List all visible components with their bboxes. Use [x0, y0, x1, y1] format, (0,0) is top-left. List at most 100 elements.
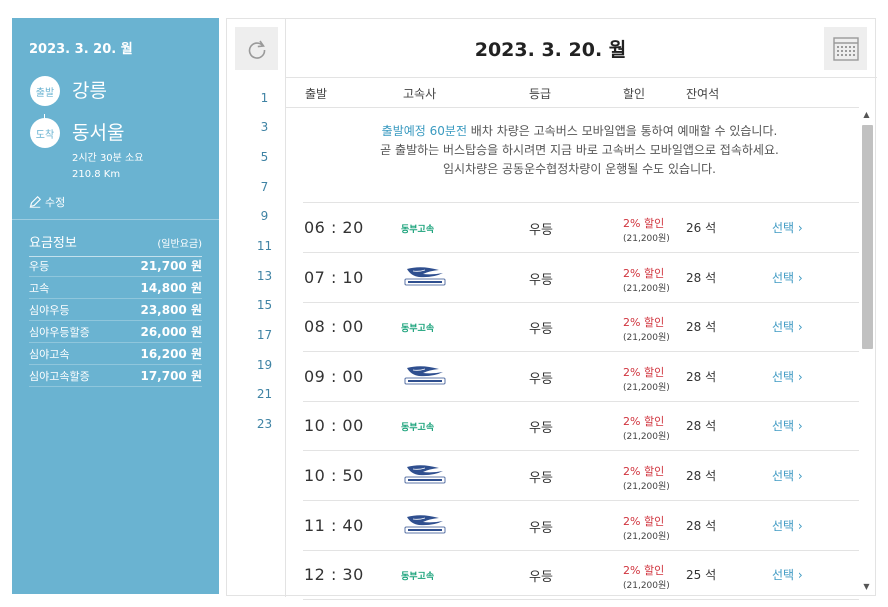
schedule-panel: 2023. 3. 20. 월 1 3 5 7 9 11 13 15 17 19 … [226, 18, 877, 601]
scrollbar[interactable]: ▲ ▼ [860, 109, 873, 593]
bus-grade: 우등 [529, 322, 553, 338]
discount-rate: 2% 할인 [623, 316, 665, 330]
remaining-seats: 28 석 [686, 518, 717, 533]
hour-button[interactable]: 19 [227, 358, 302, 372]
bus-grade: 우등 [529, 421, 553, 437]
column-header-seats: 잔여석 [686, 87, 720, 101]
fare-name: 심야우등할증 [29, 325, 90, 339]
schedule-row[interactable]: 10 : 00 동부고속 우등 2% 할인 (21,200원) 28 석 선택 › [303, 401, 859, 452]
departure-time: 07 : 10 [304, 267, 364, 287]
notice-line-3: 임시차량은 공동운수협정차량이 운행될 수도 있습니다. [443, 162, 716, 176]
departure-terminal: 강릉 [72, 80, 107, 102]
departure-time: 10 : 50 [304, 466, 364, 485]
hour-button[interactable]: 3 [227, 120, 302, 134]
fare-price: 23,800 원 [140, 303, 202, 317]
bus-grade: 우등 [529, 272, 553, 288]
fare-row: 우등 21,700 원 [29, 255, 202, 277]
hour-button[interactable]: 11 [227, 239, 302, 253]
discount-price: (21,200원) [623, 283, 670, 294]
discount-rate: 2% 할인 [623, 465, 665, 478]
hour-button[interactable]: 1 [227, 91, 302, 105]
departure-time: 10 : 00 [304, 416, 364, 436]
column-header-grade: 등급 [529, 87, 552, 101]
fare-row: 심야우등할증 26,000 원 [29, 321, 202, 343]
select-button[interactable]: 선택 › [772, 269, 803, 286]
bus-company: 동부고속 [401, 423, 435, 434]
discount-price: (21,200원) [623, 432, 670, 443]
hour-button[interactable]: 7 [227, 180, 302, 194]
bus-grade: 우등 [529, 471, 553, 486]
remaining-seats: 28 석 [686, 369, 717, 384]
schedule-row[interactable]: 07 : 10 우등 2% 할인 (21,200원) 28 석 선택 › [303, 253, 859, 303]
schedule-row[interactable]: 08 : 00 동부고속 우등 2% 할인 (21,200원) 28 석 선택 › [303, 302, 859, 353]
fare-row: 고속 14,800 원 [29, 277, 202, 299]
remaining-seats: 25 석 [686, 568, 717, 583]
select-button[interactable]: 선택 › [772, 467, 803, 484]
discount-rate: 2% 할인 [623, 365, 665, 379]
remaining-seats: 28 석 [686, 419, 717, 434]
column-header-company: 고속사 [403, 87, 437, 101]
departure-time: 12 : 30 [304, 565, 364, 585]
departure-time: 08 : 00 [304, 317, 364, 337]
discount-price: (21,200원) [623, 581, 670, 592]
schedule-row[interactable]: 06 : 20 동부고속 우등 2% 할인 (21,200원) 26 석 선택 › [303, 203, 859, 253]
select-button[interactable]: 선택 › [772, 318, 803, 335]
departure-time: 06 : 20 [304, 218, 364, 237]
bus-grade: 우등 [529, 371, 553, 387]
schedule-row[interactable]: 09 : 00 우등 2% 할인 (21,200원) 28 석 선택 › [303, 352, 859, 402]
scroll-up-arrow-icon[interactable]: ▲ [860, 109, 873, 121]
hour-button[interactable]: 23 [227, 417, 302, 431]
fare-price: 26,000 원 [140, 325, 202, 339]
column-header-depart: 출발 [305, 87, 328, 101]
fare-price: 17,700 원 [140, 369, 202, 383]
remaining-seats: 28 석 [686, 469, 717, 483]
remaining-seats: 28 석 [686, 270, 717, 285]
discount-price: (21,200원) [623, 382, 670, 393]
fare-name: 심야우등 [29, 303, 70, 317]
departure-time: 11 : 40 [304, 515, 364, 535]
select-button[interactable]: 선택 › [772, 517, 803, 534]
fare-header: 요금정보 (일반요금) [29, 232, 202, 257]
fare-name: 심야고속 [29, 347, 70, 361]
fare-row: 심야고속할증 17,700 원 [29, 365, 202, 387]
select-button[interactable]: 선택 › [772, 566, 803, 583]
select-button[interactable]: 선택 › [772, 219, 803, 236]
hour-button[interactable]: 21 [227, 387, 302, 401]
schedule-row[interactable]: 10 : 50 우등 2% 할인 (21,200원) 28 석 선택 › [303, 451, 859, 501]
edit-route-button[interactable]: 수정 [28, 194, 65, 210]
hour-button[interactable]: 15 [227, 298, 302, 312]
scrollbar-thumb[interactable] [862, 125, 873, 349]
selected-date: 2023. 3. 20. 월 [474, 39, 627, 61]
refresh-icon [248, 40, 265, 59]
schedule-row[interactable]: 12 : 30 동부고속 우등 2% 할인 (21,200원) 25 석 선택 › [303, 550, 859, 601]
hour-button[interactable]: 13 [227, 269, 302, 283]
fare-price: 16,200 원 [140, 347, 202, 361]
hour-button[interactable]: 9 [227, 209, 302, 223]
calendar-button[interactable] [824, 27, 867, 70]
departure-time: 09 : 00 [304, 366, 364, 386]
select-button[interactable]: 선택 › [772, 368, 803, 385]
bus-grade: 우등 [529, 570, 553, 586]
route-summary-panel: 2023. 3. 20. 월 출발 강릉 도착 동서울 2시간 30분 소요 2… [12, 18, 219, 594]
select-button[interactable]: 선택 › [772, 417, 803, 434]
refresh-button[interactable] [235, 27, 278, 70]
fare-row: 심야우등 23,800 원 [29, 299, 202, 321]
fare-name: 고속 [29, 281, 50, 295]
fare-price: 21,700 원 [140, 259, 202, 273]
booking-notice: 출발예정 60분전 배차 차량은 고속버스 모바일앱을 통하여 예매할 수 있습… [302, 122, 857, 179]
hour-button[interactable]: 5 [227, 150, 302, 164]
discount-rate: 2% 할인 [623, 564, 665, 578]
bus-company: 동부고속 [401, 324, 435, 335]
schedule-row[interactable]: 11 : 40 우등 2% 할인 (21,200원) 28 석 선택 › [303, 501, 859, 551]
discount-rate: 2% 할인 [623, 514, 665, 528]
discount-price: (21,200원) [623, 234, 670, 244]
panel-divider [12, 219, 219, 220]
fare-price: 14,800 원 [140, 281, 202, 295]
bus-grade: 우등 [529, 223, 553, 238]
discount-rate: 2% 할인 [623, 415, 665, 429]
notice-line-1-text: 배차 차량은 고속버스 모바일앱을 통하여 예매할 수 있습니다. [466, 124, 778, 138]
hour-button[interactable]: 17 [227, 328, 302, 342]
fare-list: 우등 21,700 원 고속 14,800 원 심야우등 23,800 원 심야우등할… [29, 255, 202, 387]
arrival-badge: 도착 [30, 118, 60, 148]
scroll-down-arrow-icon[interactable]: ▼ [860, 581, 873, 593]
